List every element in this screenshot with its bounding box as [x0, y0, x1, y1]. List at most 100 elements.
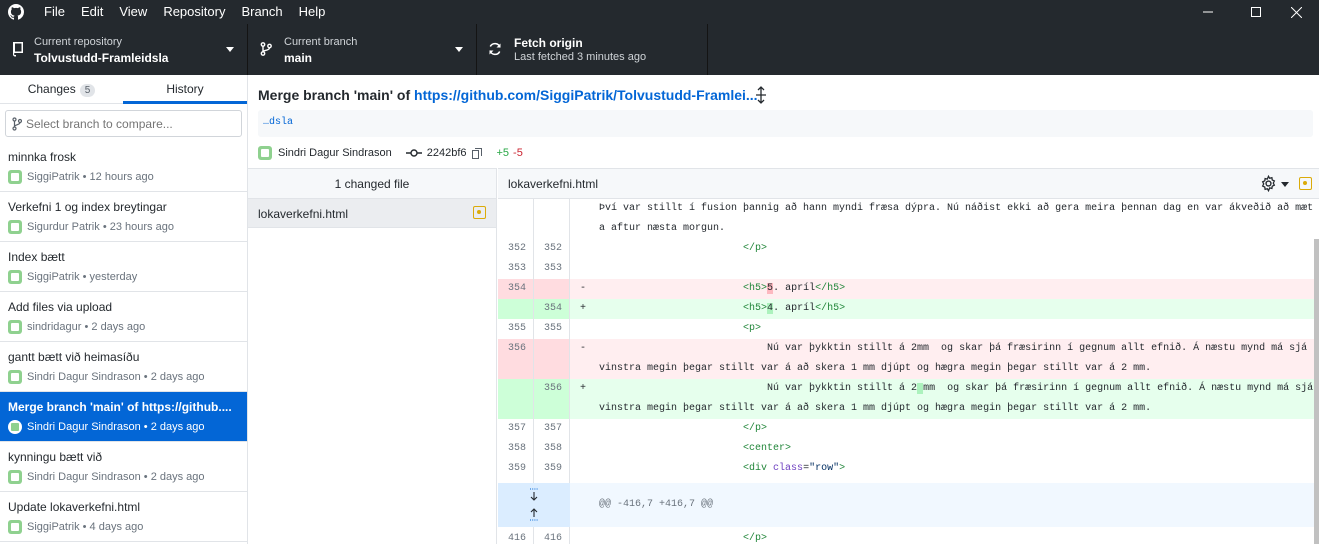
commit-icon	[405, 149, 422, 157]
diff-line: 357 357 </p>	[498, 419, 1314, 439]
repo-icon	[13, 42, 23, 57]
avatar	[8, 520, 22, 534]
diff-scrollbar[interactable]	[1314, 199, 1319, 544]
commit-time: 23 hours ago	[109, 221, 174, 233]
diff-line-deleted[interactable]: 356 - Nú var þykktin stillt á 2mm og ska…	[498, 339, 1314, 379]
current-repository-label: Current repository	[34, 36, 123, 48]
diff-line: 353 353	[498, 259, 1314, 279]
diff-content: Því var stillt í fusion þannig að hann m…	[498, 199, 1314, 544]
commit-time: 2 days ago	[91, 321, 146, 333]
commit-list-item[interactable]: Index bætt SiggiPatrik • yesterday	[0, 242, 247, 292]
new-line-number: 354	[534, 299, 570, 319]
commit-author: Sindri Dagur Sindrason	[278, 147, 392, 159]
commit-list-item[interactable]: gantt bætt við heimasíðu Sindri Dagur Si…	[0, 342, 247, 392]
menu-view[interactable]: View	[111, 0, 155, 24]
commit-list-item-selected[interactable]: Merge branch 'main' of https://github...…	[0, 392, 247, 442]
old-line-number: 355	[498, 319, 534, 339]
old-line-number: 359	[498, 459, 534, 479]
commit-meta: Sindri Dagur Sindrason • 2 days ago	[8, 469, 205, 485]
commit-list-item[interactable]: Update lokaverkefni.html SiggiPatrik • 4…	[0, 492, 247, 542]
diff-line-code: <div class="row">	[743, 463, 846, 474]
expand-hunk-button[interactable]	[498, 483, 570, 527]
additions-count: +5	[496, 147, 510, 159]
minimize-button[interactable]	[1185, 0, 1231, 24]
diff-line-code: </p>	[743, 423, 768, 434]
commit-title: Merge branch 'main' of https://github...…	[8, 400, 232, 414]
new-line-number: 357	[534, 419, 570, 439]
branch-compare-input[interactable]	[26, 114, 236, 133]
old-line-number: 352	[498, 239, 534, 259]
current-repository-value: Tolvustudd-Framleidsla	[34, 51, 169, 65]
close-button[interactable]	[1273, 0, 1319, 24]
commit-title: Index bætt	[8, 250, 65, 264]
changed-files-panel: 1 changed file lokaverkefni.html	[248, 168, 497, 544]
changed-file-name: lokaverkefni.html	[258, 207, 349, 221]
diff-line-code: <h5>5. apríl</h5>	[743, 283, 846, 294]
new-line-number: 358	[534, 439, 570, 459]
tab-changes[interactable]: Changes 5	[0, 75, 123, 104]
commit-title: minnka frosk	[8, 150, 77, 164]
diff-line-added[interactable]: 356 + Nú var þykktin stillt á 2 mm og sk…	[498, 379, 1314, 419]
commit-author: SiggiPatrik	[27, 171, 80, 183]
commit-meta: SiggiPatrik • 4 days ago	[8, 519, 143, 535]
scrollbar-thumb[interactable]	[1314, 239, 1319, 544]
menu-branch[interactable]: Branch	[233, 0, 290, 24]
diff-line-added[interactable]: 354 + <h5>4. apríl</h5>	[498, 299, 1314, 319]
commit-summary-header: Merge branch 'main' of https://github.co…	[248, 75, 1319, 168]
commit-title: Verkefni 1 og index breytingar	[8, 200, 167, 214]
tab-history[interactable]: History	[123, 75, 247, 104]
branch-icon	[260, 42, 272, 56]
branch-compare-field[interactable]	[5, 110, 242, 137]
commit-author: Sindri Dagur Sindrason	[27, 371, 141, 383]
avatar	[8, 170, 22, 184]
diff-line-deleted[interactable]: 354 - <h5>5. apríl</h5>	[498, 279, 1314, 299]
commit-author: SiggiPatrik	[27, 271, 80, 283]
changed-file-item[interactable]: lokaverkefni.html	[248, 199, 496, 228]
expand-icon[interactable]	[753, 86, 769, 104]
commit-summary-link[interactable]: https://github.com/SiggiPatrik/Tolvustud…	[414, 87, 758, 103]
diff-header: lokaverkefni.html	[498, 169, 1319, 199]
commit-author: Sigurdur Patrik	[27, 221, 100, 233]
commit-list-item[interactable]: minnka frosk SiggiPatrik • 12 hours ago	[0, 142, 247, 192]
diff-line: 416 416 </p>	[498, 529, 1314, 544]
diff-line-code: </p>	[743, 243, 768, 254]
old-line-number: 356	[498, 339, 534, 379]
commit-time: 4 days ago	[89, 521, 144, 533]
commit-author: sindridagur	[27, 321, 82, 333]
commit-list-item[interactable]: Add files via upload sindridagur • 2 day…	[0, 292, 247, 342]
changes-count-badge: 5	[79, 84, 96, 97]
menu-file[interactable]: File	[36, 0, 73, 24]
chevron-down-icon[interactable]	[1281, 182, 1289, 187]
new-line-number: 416	[534, 529, 570, 544]
diff-file-name: lokaverkefni.html	[508, 177, 599, 191]
commit-list-item[interactable]: kynningu bætt við Sindri Dagur Sindrason…	[0, 442, 247, 492]
avatar	[8, 270, 22, 284]
file-modified-icon	[1299, 177, 1312, 190]
new-line-number: 356	[534, 379, 570, 419]
menu-edit[interactable]: Edit	[73, 0, 111, 24]
fetch-origin-button[interactable]: Fetch origin Last fetched 3 minutes ago	[477, 24, 708, 75]
diff-panel: lokaverkefni.html Því var stillt í fusio…	[498, 168, 1319, 544]
commit-list-item[interactable]: Verkefni 1 og index breytingar Sigurdur …	[0, 192, 247, 242]
current-branch-button[interactable]: Current branch main	[248, 24, 477, 75]
diff-line: 352 352 </p>	[498, 239, 1314, 259]
avatar	[8, 420, 22, 434]
commit-meta: Sigurdur Patrik • 23 hours ago	[8, 219, 174, 235]
avatar	[8, 320, 22, 334]
commit-author: SiggiPatrik	[27, 521, 80, 533]
minimize-icon	[1203, 11, 1213, 13]
file-modified-icon	[473, 206, 486, 219]
avatar	[258, 146, 272, 160]
current-branch-label: Current branch	[284, 36, 358, 48]
commit-list: minnka frosk SiggiPatrik • 12 hours ago …	[0, 142, 247, 542]
old-line-number: 358	[498, 439, 534, 459]
menu-repository[interactable]: Repository	[155, 0, 233, 24]
commit-author: Sindri Dagur Sindrason	[27, 421, 141, 433]
gear-icon[interactable]	[1260, 175, 1277, 192]
commit-time: yesterday	[89, 271, 138, 283]
new-line-number: 353	[534, 259, 570, 279]
tab-changes-label: Changes	[27, 82, 76, 96]
menu-help[interactable]: Help	[291, 0, 334, 24]
current-repository-button[interactable]: Current repository Tolvustudd-Framleidsl…	[0, 24, 248, 75]
copy-icon[interactable]	[471, 147, 482, 159]
